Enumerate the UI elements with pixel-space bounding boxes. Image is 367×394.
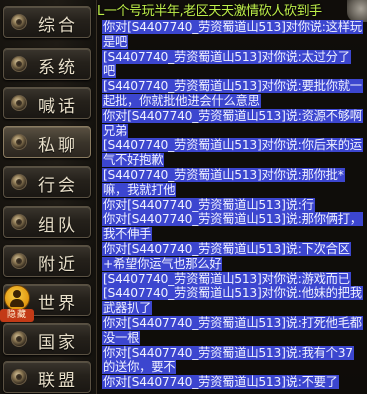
- message-prefix: 你对: [103, 375, 128, 390]
- message-prefix: 你对: [103, 108, 128, 123]
- tab-label: 世界: [38, 294, 78, 314]
- chat-message-text: 你对[S4407740_劳资蜀道山513]对你说:这样玩是吧: [102, 20, 363, 49]
- message-sender-link[interactable]: [S4407740_劳资蜀道山513]: [127, 346, 286, 360]
- tab-private[interactable]: 私聊: [3, 126, 91, 158]
- message-prefix: 你对: [103, 315, 128, 330]
- tab-knob-icon: [11, 174, 27, 190]
- tab-label: 行会: [38, 176, 78, 196]
- tab-knob-icon: [11, 134, 27, 150]
- user-avatar-icon: [4, 285, 30, 311]
- message-sender-link[interactable]: [S4407740_劳资蜀道山513]: [127, 212, 286, 226]
- chat-message: [S4407740_劳资蜀道山513]对你说:游戏而已: [102, 271, 362, 287]
- message-sender-link[interactable]: [S4407740_劳资蜀道山513]: [103, 50, 262, 64]
- chat-message: [S4407740_劳资蜀道山513]对你说:他妹的把我武器扒了: [102, 286, 363, 316]
- chat-message: [S4407740_劳资蜀道山513]对你说:太过分了吧: [102, 49, 362, 80]
- broadcast-ornament-icon: [347, 0, 367, 22]
- message-list: 你对[S4407740_劳资蜀道山513]对你说:这样玩是吧 [S4407740_…: [102, 20, 363, 390]
- message-sender-link[interactable]: [S4407740_劳资蜀道山513]: [103, 286, 262, 300]
- message-body: 说:不要了: [285, 375, 338, 390]
- chat-message: [S4407740_劳资蜀道山513]对你说:你后来的运气不好抱歉: [102, 138, 363, 168]
- tab-all[interactable]: 综合: [3, 6, 91, 38]
- message-sender-link[interactable]: [S4407740_劳资蜀道山513]: [127, 242, 286, 256]
- tab-label: 组队: [38, 216, 78, 236]
- chat-message: 你对[S4407740_劳资蜀道山513]说:我有个37的送你，要不: [102, 345, 362, 376]
- chat-message: 你对[S4407740_劳资蜀道山513]说:下次合区+希望你运气也那么好: [102, 241, 362, 272]
- chat-message: [S4407740_劳资蜀道山513]对你说:要批你就一起批，你就批他进会什么意…: [102, 79, 363, 109]
- message-sender-link[interactable]: [S4407740_劳资蜀道山513]: [103, 79, 262, 93]
- tab-shout[interactable]: 喊话: [3, 87, 91, 119]
- chat-message-text: 你对[S4407740_劳资蜀道山513]说:我有个37的送你，要不: [102, 345, 354, 375]
- tab-label: 联盟: [38, 371, 78, 391]
- message-prefix: 你对: [103, 241, 128, 256]
- tab-guild[interactable]: 行会: [3, 166, 91, 198]
- chat-message-panel[interactable]: L一个号玩半年,老区天天激情砍人砍到手 你对[S4407740_劳资蜀道山513…: [97, 0, 367, 394]
- tab-knob-icon: [11, 14, 27, 30]
- chat-message: 你对[S4407740_劳资蜀道山513]说:行: [102, 197, 362, 213]
- chat-message-text: [S4407740_劳资蜀道山513]对你说:你后来的运气不好抱歉: [102, 138, 363, 168]
- chat-message-text: 你对[S4407740_劳资蜀道山513]说:那你俩打，我不伸手: [102, 212, 363, 242]
- tab-knob-icon: [11, 214, 27, 230]
- tab-knob-icon: [11, 369, 27, 385]
- message-sender-link[interactable]: [S4407740_劳资蜀道山513]: [103, 168, 262, 182]
- message-body: 对你说:游戏而已: [261, 271, 350, 286]
- message-sender-link[interactable]: [S4407740_劳资蜀道山513]: [127, 316, 286, 330]
- chat-message-text: [S4407740_劳资蜀道山513]对你说:要批你就一起批，你就批他进会什么意…: [102, 79, 363, 108]
- message-body: 说:行: [285, 197, 314, 212]
- message-sender-link[interactable]: [S4407740_劳资蜀道山513]: [103, 138, 262, 152]
- tab-system[interactable]: 系统: [3, 48, 91, 80]
- chat-message-text: [S4407740_劳资蜀道山513]对你说:那你批*嘛，我就打他: [102, 167, 345, 197]
- message-prefix: 你对: [103, 212, 128, 227]
- message-prefix: 你对: [103, 197, 128, 212]
- chat-message: 你对[S4407740_劳资蜀道山513]对你说:这样玩是吧: [102, 20, 363, 50]
- tab-knob-icon: [11, 95, 27, 111]
- chat-message: 你对[S4407740_劳资蜀道山513]说:不要了: [102, 375, 362, 390]
- hide-toggle-button[interactable]: 隐藏: [0, 285, 34, 325]
- hide-label: 隐藏: [0, 309, 34, 322]
- tab-knob-icon: [11, 331, 27, 347]
- message-sender-link[interactable]: [S4407740_劳资蜀道山513]: [127, 375, 286, 389]
- chat-message-text: [S4407740_劳资蜀道山513]对你说:太过分了吧: [102, 49, 351, 79]
- broadcast-banner: L一个号玩半年,老区天天激情砍人砍到手: [97, 4, 322, 19]
- tab-knob-icon: [11, 56, 27, 72]
- chat-message-text: [S4407740_劳资蜀道山513]对你说:他妹的把我武器扒了: [102, 286, 363, 316]
- chat-message-text: 你对[S4407740_劳资蜀道山513]说:资源不够啊兄弟: [102, 108, 363, 138]
- tab-label: 喊话: [38, 97, 78, 117]
- message-sender-link[interactable]: [S4407740_劳资蜀道山513]: [127, 198, 286, 212]
- channel-sidebar: 综合 系统 喊话 私聊 行会 组队 附近 世界 国家 联盟 隐藏: [0, 0, 97, 394]
- tab-label: 系统: [38, 58, 78, 78]
- tab-team[interactable]: 组队: [3, 206, 91, 238]
- tab-label: 国家: [38, 333, 78, 353]
- chat-message: [S4407740_劳资蜀道山513]对你说:那你批*嘛，我就打他: [102, 167, 362, 198]
- chat-message-text: [S4407740_劳资蜀道山513]对你说:游戏而已: [102, 271, 351, 286]
- tab-nation[interactable]: 国家: [3, 323, 91, 355]
- tab-knob-icon: [11, 253, 27, 269]
- tab-label: 私聊: [38, 136, 78, 156]
- chat-message-text: 你对[S4407740_劳资蜀道山513]说:打死他毛都没一根: [102, 315, 363, 345]
- message-sender-link[interactable]: [S4407740_劳资蜀道山513]: [103, 272, 262, 286]
- chat-message: 你对[S4407740_劳资蜀道山513]说:资源不够啊兄弟: [102, 108, 363, 139]
- tab-alliance[interactable]: 联盟: [3, 361, 91, 393]
- chat-message-text: 你对[S4407740_劳资蜀道山513]说:行: [102, 197, 315, 212]
- message-prefix: 你对: [103, 20, 128, 34]
- chat-window: 综合 系统 喊话 私聊 行会 组队 附近 世界 国家 联盟 隐藏 L一个号玩半年…: [0, 0, 367, 394]
- chat-message: 你对[S4407740_劳资蜀道山513]说:那你俩打，我不伸手: [102, 212, 363, 242]
- message-prefix: 你对: [103, 345, 128, 360]
- message-sender-link[interactable]: [S4407740_劳资蜀道山513]: [127, 20, 286, 34]
- chat-message-text: 你对[S4407740_劳资蜀道山513]说:下次合区+希望你运气也那么好: [102, 241, 351, 271]
- message-sender-link[interactable]: [S4407740_劳资蜀道山513]: [127, 109, 286, 123]
- tab-label: 综合: [38, 16, 78, 36]
- tab-label: 附近: [38, 255, 78, 275]
- tab-nearby[interactable]: 附近: [3, 245, 91, 277]
- chat-message: 你对[S4407740_劳资蜀道山513]说:打死他毛都没一根: [102, 315, 363, 346]
- chat-message-text: 你对[S4407740_劳资蜀道山513]说:不要了: [102, 375, 339, 390]
